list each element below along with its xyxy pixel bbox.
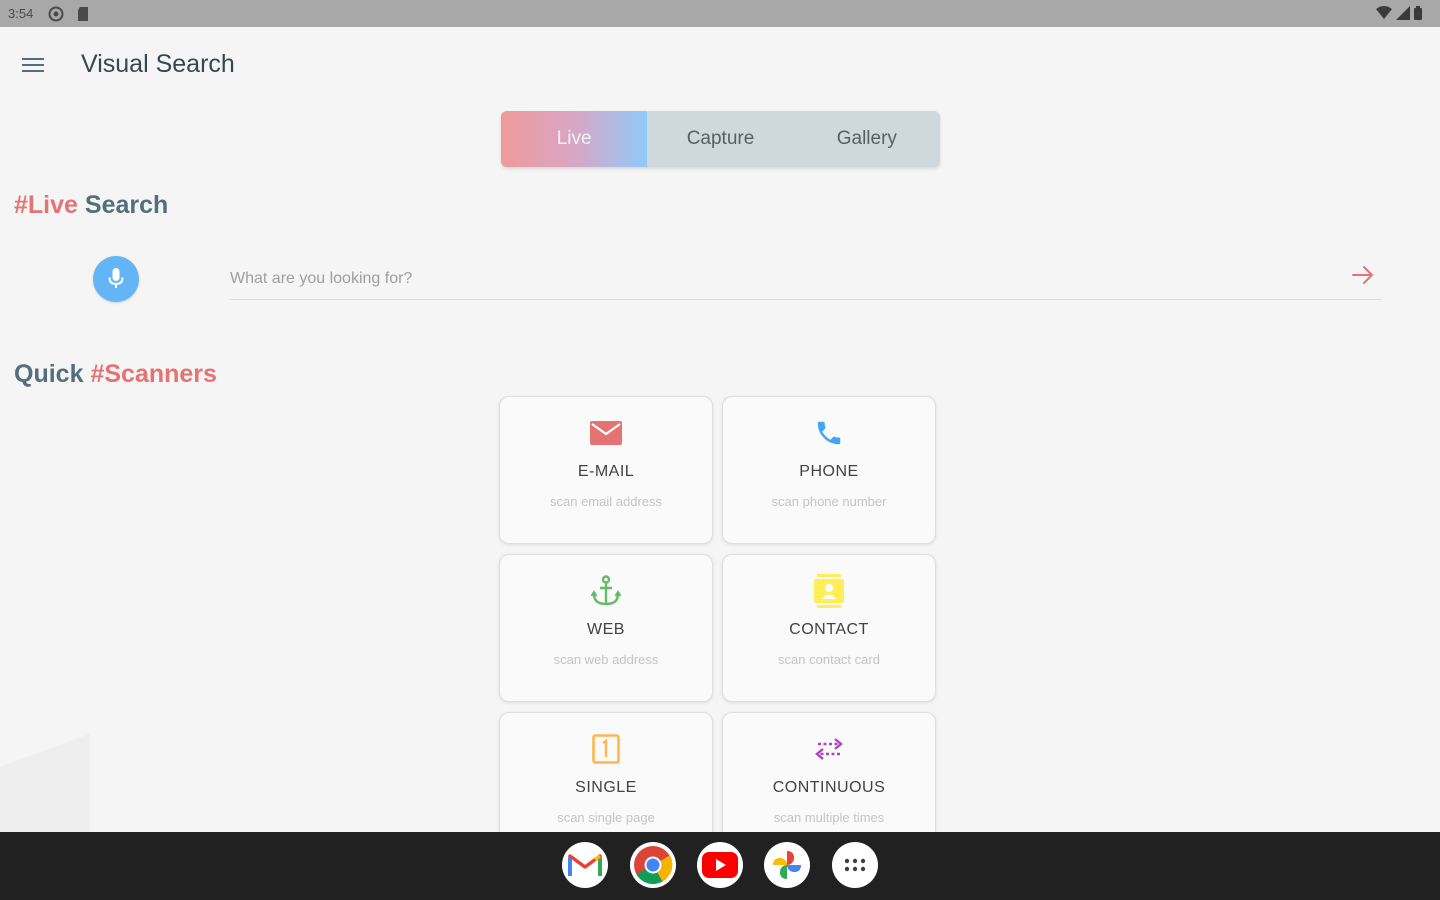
app-dock — [0, 832, 1440, 900]
microphone-icon — [108, 268, 124, 288]
tab-capture[interactable]: Capture — [647, 111, 793, 167]
tab-gallery[interactable]: Gallery — [794, 111, 940, 167]
scanner-card-contact[interactable]: CONTACT scan contact card — [722, 554, 936, 702]
scanner-title: CONTINUOUS — [772, 779, 886, 796]
signal-icon — [1396, 6, 1410, 25]
search-input[interactable] — [230, 262, 1335, 296]
status-bar: 3:54 — [0, 0, 1440, 27]
scanner-card-email[interactable]: E-MAIL scan email address — [499, 396, 713, 544]
app-drawer-icon[interactable] — [832, 842, 878, 888]
quick-scanners-heading-word: Quick — [14, 360, 84, 388]
youtube-icon[interactable] — [697, 842, 743, 888]
background-decoration — [0, 700, 90, 832]
hamburger-menu-icon[interactable] — [14, 50, 52, 80]
app-title: Visual Search — [81, 50, 235, 78]
photos-icon[interactable] — [764, 842, 810, 888]
contact-card-icon — [723, 574, 935, 608]
mode-tabs: Live Capture Gallery — [501, 111, 940, 167]
phone-icon — [723, 417, 935, 449]
microphone-button[interactable] — [93, 256, 139, 302]
live-search-heading: #Live Search — [14, 191, 168, 220]
email-icon — [500, 417, 712, 449]
settings-icon — [48, 6, 64, 27]
status-right-icons — [1376, 6, 1422, 25]
quick-scanners-heading-hash: #Scanners — [90, 360, 217, 388]
tab-live[interactable]: Live — [501, 111, 648, 167]
scanner-card-web[interactable]: WEB scan web address — [499, 554, 713, 702]
scanner-title: PHONE — [799, 463, 859, 480]
wifi-icon — [1376, 6, 1392, 25]
battery-icon — [1414, 6, 1422, 25]
scanner-subtitle: scan contact card — [778, 652, 880, 667]
scanner-subtitle: scan web address — [553, 652, 659, 667]
gmail-icon[interactable] — [562, 842, 608, 888]
scanner-subtitle: scan email address — [550, 494, 662, 509]
live-search-heading-hash: #Live — [14, 191, 78, 219]
scanner-title: WEB — [587, 621, 625, 638]
search-underline — [230, 299, 1382, 300]
continuous-arrows-icon — [723, 733, 935, 765]
arrow-right-icon — [1352, 266, 1373, 284]
scanner-title: E-MAIL — [577, 463, 635, 480]
scanner-subtitle: scan phone number — [771, 494, 887, 509]
scanner-title: SINGLE — [575, 779, 637, 796]
status-time: 3:54 — [8, 6, 34, 21]
single-page-icon — [500, 733, 712, 765]
scanner-card-phone[interactable]: PHONE scan phone number — [722, 396, 936, 544]
sd-card-icon — [76, 6, 90, 27]
quick-scanners-heading: Quick #Scanners — [14, 360, 217, 389]
anchor-icon — [500, 575, 712, 607]
scanner-subtitle: scan multiple times — [773, 810, 885, 825]
live-search-heading-word: Search — [84, 191, 169, 219]
chrome-icon[interactable] — [630, 842, 676, 888]
scanner-subtitle: scan single page — [557, 810, 655, 825]
search-submit-button[interactable] — [1348, 261, 1378, 289]
scanner-title: CONTACT — [789, 621, 869, 638]
